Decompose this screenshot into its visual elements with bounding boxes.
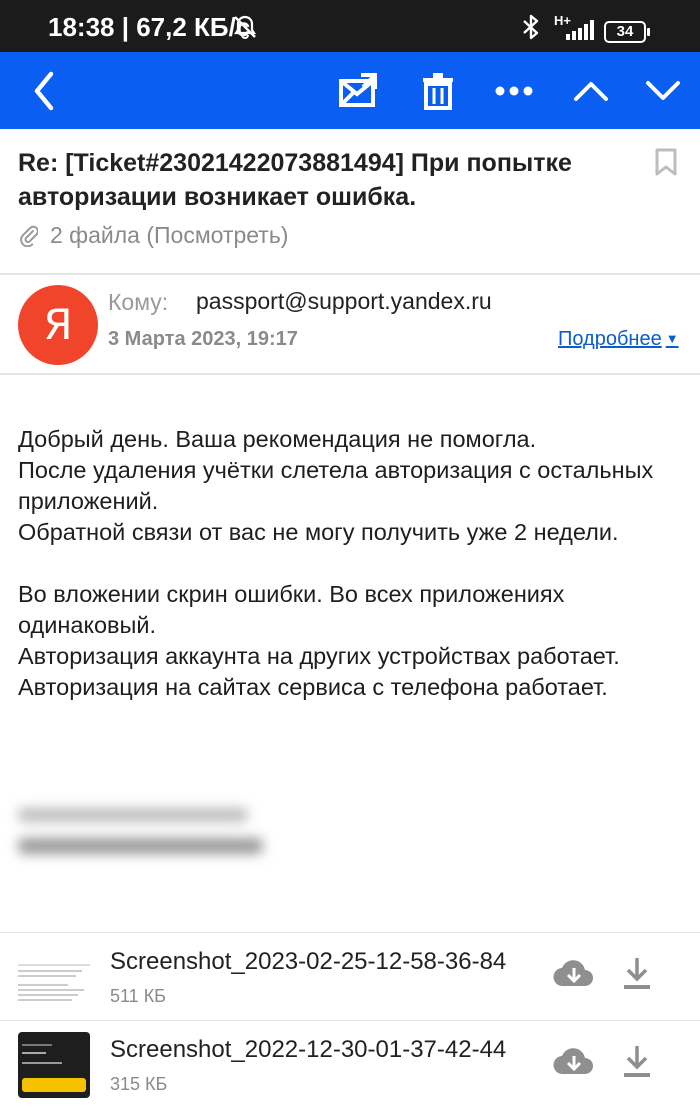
chevron-down-icon (646, 80, 680, 100)
battery-indicator: 34 (604, 21, 650, 43)
mute-icon (232, 14, 258, 45)
previous-message-button[interactable] (562, 52, 620, 129)
folder-move-icon (339, 72, 377, 107)
bookmark-icon[interactable] (654, 148, 678, 181)
more-button[interactable] (486, 52, 542, 129)
divider (0, 932, 700, 933)
more-dots-icon (495, 86, 533, 95)
message-body: Добрый день. Ваша рекомендация не помогл… (18, 424, 678, 703)
attachment-thumbnail (18, 944, 90, 1010)
download-button[interactable] (622, 1044, 652, 1083)
attachment-item[interactable]: Screenshot_2022-12-30-01-37-42-44 315 КБ (0, 1022, 700, 1108)
message-subject: Re: [Ticket#23021422073881494] При попыт… (18, 149, 572, 211)
details-link[interactable]: Подробнее ▼ (558, 328, 679, 351)
save-to-cloud-button[interactable] (552, 956, 596, 995)
body-paragraph: Во вложении скрин ошибки. Во всех прилож… (18, 581, 565, 638)
paperclip-icon (20, 225, 38, 247)
attachments-link[interactable]: 2 файла (Посмотреть) (20, 222, 288, 249)
attachments-link-label: 2 файла (Посмотреть) (50, 222, 289, 248)
caret-down-icon: ▼ (665, 331, 679, 346)
download-button[interactable] (622, 956, 652, 995)
avatar: Я (18, 285, 98, 365)
body-paragraph: Авторизация аккаунта на других устройств… (18, 643, 620, 700)
download-icon (624, 958, 650, 989)
to-label: Кому: (108, 289, 169, 315)
back-button[interactable] (14, 52, 74, 129)
next-message-button[interactable] (634, 52, 692, 129)
recipient-address: passport@support.yandex.ru (196, 288, 492, 314)
status-bar: 18:38 | 67,2 КБ/с H+ 34 (0, 0, 700, 52)
save-to-cloud-button[interactable] (552, 1044, 596, 1083)
attachment-size: 511 КБ (110, 986, 166, 1006)
body-paragraph: После удаления учётки слетела авторизаци… (18, 457, 654, 514)
trash-icon (423, 72, 453, 110)
attachment-item[interactable]: Screenshot_2023-02-25-12-58-36-84 511 КБ (0, 934, 700, 1020)
body-paragraph: Обратной связи от вас не могу получить у… (18, 519, 619, 545)
body-paragraph: Добрый день. Ваша рекомендация не помогл… (18, 426, 537, 452)
bluetooth-icon (520, 14, 542, 45)
message-date: 3 Марта 2023, 19:17 (108, 328, 298, 350)
attachment-size: 315 КБ (110, 1074, 168, 1094)
divider (0, 1020, 700, 1021)
attachment-name: Screenshot_2022-12-30-01-37-42-44 (110, 1036, 550, 1064)
cloud-download-icon (553, 960, 593, 987)
status-time: 18:38 | 67,2 КБ/с (48, 12, 251, 42)
chevron-left-icon (34, 71, 54, 110)
blurred-signature (18, 800, 278, 860)
cloud-download-icon (553, 1048, 593, 1075)
attachment-name: Screenshot_2023-02-25-12-58-36-84 (110, 948, 550, 976)
message-toolbar (0, 52, 700, 129)
delete-button[interactable] (410, 52, 466, 129)
download-icon (624, 1046, 650, 1077)
move-button[interactable] (330, 52, 388, 129)
divider (0, 273, 700, 275)
divider (0, 373, 700, 375)
details-label: Подробнее (558, 328, 662, 350)
signal-icon (566, 20, 596, 45)
attachment-thumbnail (18, 1032, 90, 1098)
chevron-up-icon (574, 81, 608, 101)
